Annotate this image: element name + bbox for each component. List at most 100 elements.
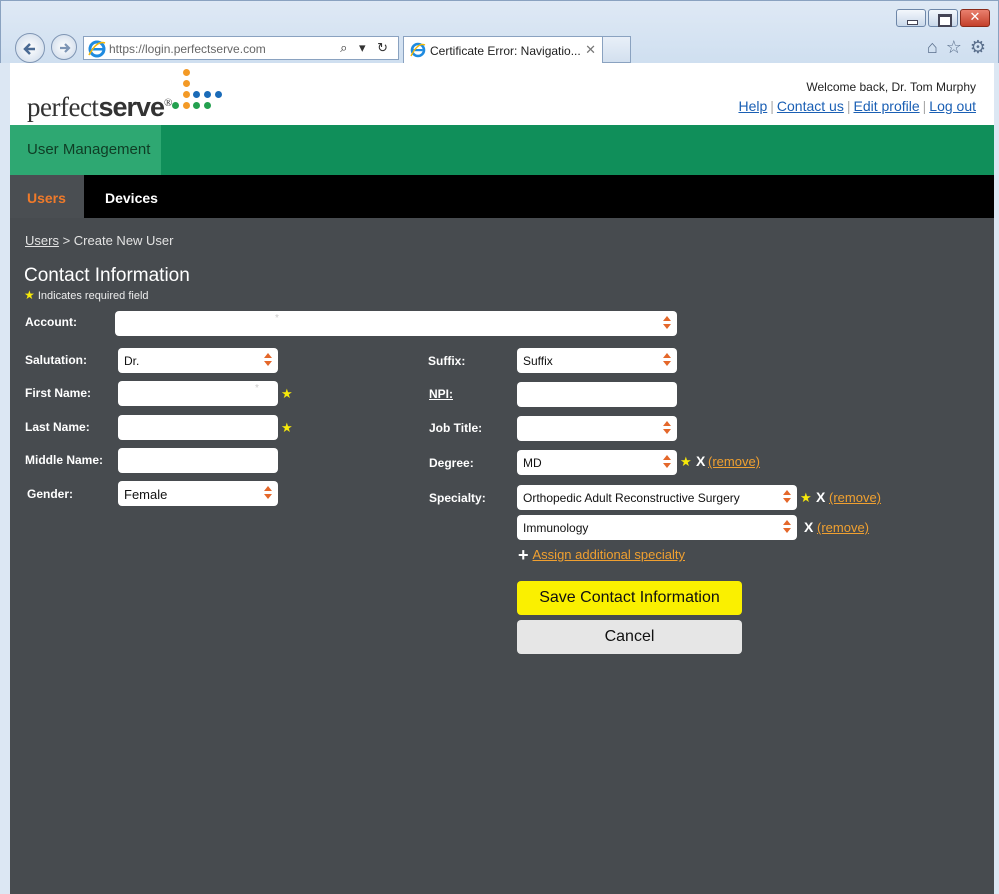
- required-star-icon: ★: [24, 288, 35, 302]
- tab-title: Certificate Error: Navigatio...: [430, 44, 581, 58]
- suffix-label: Suffix:: [428, 354, 466, 368]
- section-bar: User Management: [10, 125, 994, 175]
- home-icon[interactable]: ⌂: [927, 37, 938, 58]
- job-title-select[interactable]: [517, 416, 677, 441]
- suffix-value: Suffix: [523, 354, 553, 368]
- last-name-label: Last Name:: [25, 420, 90, 434]
- salutation-label: Salutation:: [25, 353, 87, 367]
- specialty-2-remove-x-icon[interactable]: X: [804, 519, 813, 535]
- header-links: Help | Contact us | Edit profile | Log out: [738, 98, 976, 114]
- gear-icon[interactable]: ⚙: [970, 37, 986, 58]
- breadcrumb-separator: >: [62, 233, 71, 248]
- first-name-label: First Name:: [25, 386, 92, 400]
- npi-input[interactable]: [517, 382, 677, 407]
- account-label: Account:: [25, 315, 77, 329]
- required-note: ★ Indicates required field: [24, 288, 149, 302]
- save-contact-button[interactable]: Save Contact Information: [517, 581, 742, 615]
- specialty-value-2: Immunology: [523, 521, 589, 535]
- required-star-icon: ★: [680, 454, 692, 469]
- tab-users[interactable]: Users: [10, 175, 84, 218]
- required-marker-icon: *: [255, 383, 259, 394]
- account-select[interactable]: *: [115, 311, 677, 336]
- specialty-label: Specialty:: [429, 491, 486, 505]
- page: perfectserve® Welcome back, Dr. Tom Murp…: [10, 63, 994, 894]
- site-header: perfectserve® Welcome back, Dr. Tom Murp…: [10, 63, 994, 125]
- browser-chrome: https://login.perfectserve.com ⌕ ▾ ↻ Cer…: [0, 0, 999, 64]
- back-arrow-icon: [23, 43, 35, 55]
- contact-us-link[interactable]: Contact us: [777, 98, 844, 114]
- middle-name-input[interactable]: [118, 448, 278, 473]
- breadcrumb: Users > Create New User: [25, 233, 174, 248]
- new-tab-button[interactable]: [603, 36, 631, 63]
- perfectserve-logo[interactable]: perfectserve®: [27, 92, 172, 123]
- browser-toolbar: ⌂ ☆ ⚙: [927, 37, 986, 58]
- required-marker-icon: *: [275, 313, 279, 324]
- required-star-icon: ★: [281, 420, 293, 435]
- gender-label: Gender:: [27, 487, 74, 501]
- address-bar[interactable]: https://login.perfectserve.com ⌕ ▾ ↻: [83, 36, 399, 60]
- select-arrows-icon: [264, 352, 272, 368]
- window-controls: [896, 9, 990, 27]
- gender-select[interactable]: Female: [118, 481, 278, 506]
- required-star-icon: ★: [281, 386, 293, 401]
- forward-arrow-icon: [60, 43, 71, 53]
- logo-text-bold: serve: [98, 92, 165, 122]
- close-window-button[interactable]: [960, 9, 990, 27]
- breadcrumb-users-link[interactable]: Users: [25, 233, 59, 248]
- salutation-value: Dr.: [124, 354, 140, 368]
- specialty-1-remove-x-icon[interactable]: X: [816, 489, 825, 505]
- salutation-select[interactable]: Dr.: [118, 348, 278, 373]
- job-title-label: Job Title:: [429, 421, 483, 435]
- sub-nav: Users Devices: [10, 175, 994, 218]
- help-link[interactable]: Help: [738, 98, 767, 114]
- assign-specialty-link[interactable]: + Assign additional specialty: [518, 545, 685, 566]
- first-name-input[interactable]: *: [118, 381, 278, 406]
- plus-icon: +: [518, 545, 529, 565]
- logo-text-light: perfect: [27, 92, 99, 122]
- tab-devices[interactable]: Devices: [105, 190, 158, 206]
- degree-remove-link[interactable]: (remove): [708, 454, 760, 469]
- specialty-value-1: Orthopedic Adult Reconstructive Surgery: [523, 491, 740, 505]
- back-button[interactable]: [15, 33, 45, 63]
- log-out-link[interactable]: Log out: [929, 98, 976, 114]
- welcome-message: Welcome back, Dr. Tom Murphy: [806, 80, 976, 94]
- suffix-select[interactable]: Suffix: [517, 348, 677, 373]
- specialty-select-1[interactable]: Orthopedic Adult Reconstructive Surgery: [517, 485, 797, 510]
- select-arrows-icon: [783, 489, 791, 505]
- address-tools[interactable]: ⌕ ▾ ↻: [340, 40, 392, 56]
- npi-link[interactable]: NPI:: [429, 387, 453, 401]
- degree-label: Degree:: [429, 456, 474, 470]
- last-name-input[interactable]: [118, 415, 278, 440]
- page-title: Contact Information: [24, 265, 190, 286]
- ie-logo-icon: [88, 40, 106, 58]
- breadcrumb-current: Create New User: [73, 233, 174, 248]
- select-arrows-icon: [663, 315, 671, 331]
- tab-user-management[interactable]: User Management: [10, 125, 161, 175]
- select-arrows-icon: [264, 485, 272, 501]
- cancel-button[interactable]: Cancel: [517, 620, 742, 654]
- assign-specialty-text: Assign additional specialty: [532, 547, 685, 562]
- specialty-1-remove-link[interactable]: (remove): [829, 490, 881, 505]
- ie-logo-icon: [410, 42, 426, 58]
- specialty-select-2[interactable]: Immunology: [517, 515, 797, 540]
- logo-dots-icon: [170, 69, 232, 119]
- degree-select[interactable]: MD: [517, 450, 677, 475]
- forward-button[interactable]: [51, 34, 77, 60]
- select-arrows-icon: [663, 454, 671, 470]
- degree-remove-x-icon[interactable]: X: [696, 453, 705, 469]
- select-arrows-icon: [783, 519, 791, 535]
- minimize-button[interactable]: [896, 9, 926, 27]
- gender-value: Female: [124, 487, 168, 502]
- degree-value: MD: [523, 456, 542, 470]
- required-star-icon: ★: [800, 490, 812, 505]
- maximize-button[interactable]: [928, 9, 958, 27]
- url-text: https://login.perfectserve.com: [109, 42, 266, 56]
- favorites-star-icon[interactable]: ☆: [946, 37, 962, 58]
- close-tab-icon[interactable]: ✕: [585, 42, 596, 58]
- middle-name-label: Middle Name:: [25, 453, 104, 467]
- select-arrows-icon: [663, 420, 671, 436]
- select-arrows-icon: [663, 352, 671, 368]
- specialty-2-remove-link[interactable]: (remove): [817, 520, 869, 535]
- browser-tab[interactable]: Certificate Error: Navigatio... ✕: [403, 36, 603, 64]
- edit-profile-link[interactable]: Edit profile: [853, 98, 919, 114]
